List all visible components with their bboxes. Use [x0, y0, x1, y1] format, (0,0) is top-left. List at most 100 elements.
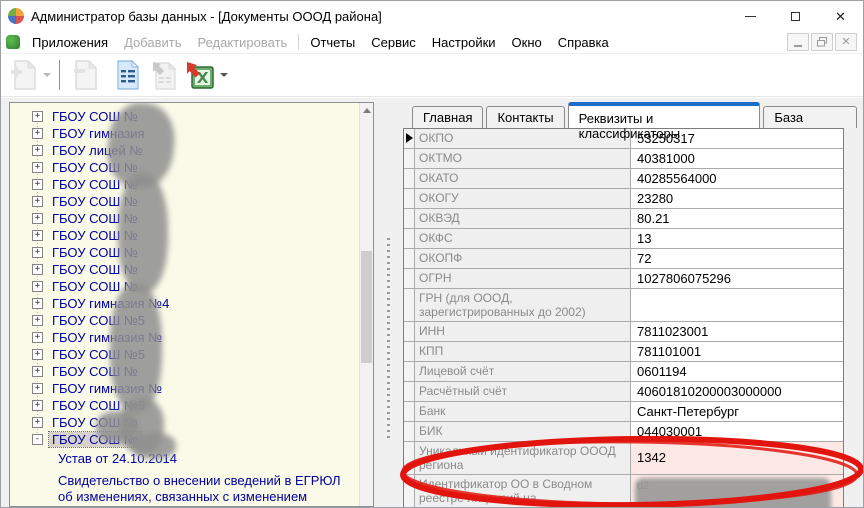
row-value[interactable]: 044030001: [631, 422, 843, 442]
tree-expander-icon[interactable]: +: [32, 281, 43, 292]
tree-expander-icon[interactable]: +: [32, 162, 43, 173]
tree-item[interactable]: + ГБОУ СОШ №5: [10, 312, 359, 329]
menu-item[interactable]: Отчеты: [302, 32, 363, 53]
menu-item[interactable]: Добавить: [116, 32, 189, 53]
row-selector-cell[interactable]: [404, 402, 415, 422]
tree-item[interactable]: + ГБОУ лицей №: [10, 142, 359, 159]
tree-expander-icon[interactable]: +: [32, 417, 43, 428]
export-to-excel-icon[interactable]: [182, 57, 218, 93]
row-selector-cell[interactable]: [404, 342, 415, 362]
tree-item[interactable]: + ГБОУ гимназия №4: [10, 295, 359, 312]
tree-expander-icon[interactable]: +: [32, 298, 43, 309]
tree-expander-icon[interactable]: -: [32, 434, 43, 445]
tree-item[interactable]: + ГБОУ гимназия: [10, 125, 359, 142]
tree-expander-icon[interactable]: +: [32, 383, 43, 394]
row-value[interactable]: 72: [631, 249, 843, 269]
row-selector-cell[interactable]: [404, 249, 415, 269]
tree-item[interactable]: - ГБОУ СОШ №: [10, 431, 359, 448]
tree-item[interactable]: + ГБОУ СОШ №: [10, 261, 359, 278]
tree-item[interactable]: + ГБОУ СОШ №: [10, 227, 359, 244]
close-button[interactable]: ✕: [818, 1, 863, 31]
menu-item[interactable]: Сервис: [363, 32, 424, 53]
tree-expander-icon[interactable]: +: [32, 349, 43, 360]
mdi-restore-button[interactable]: [811, 33, 833, 51]
tree-item[interactable]: + ГБОУ СОШ №: [10, 108, 359, 125]
menu-item[interactable]: Справка: [550, 32, 617, 53]
row-value[interactable]: 7811023001: [631, 322, 843, 342]
row-selector-cell[interactable]: [404, 209, 415, 229]
document-list-icon[interactable]: [110, 57, 146, 93]
scrollbar-up-arrow-icon[interactable]: [360, 103, 373, 118]
row-selector-cell[interactable]: [404, 362, 415, 382]
scrollbar-thumb[interactable]: [361, 251, 372, 363]
row-value[interactable]: 0601194: [631, 362, 843, 382]
add-dropdown-caret-icon[interactable]: [41, 57, 53, 93]
tab-1[interactable]: Контакты: [486, 106, 564, 128]
row-value[interactable]: d2b: [631, 475, 843, 508]
menu-item[interactable]: Приложения: [24, 32, 116, 53]
row-selector-cell[interactable]: [404, 422, 415, 442]
tree-expander-icon[interactable]: +: [32, 264, 43, 275]
tree-expander-icon[interactable]: +: [32, 196, 43, 207]
tree-scrollbar[interactable]: [359, 103, 373, 506]
tree-item[interactable]: + ГБОУ гимназия №: [10, 329, 359, 346]
row-selector-cell[interactable]: [404, 169, 415, 189]
row-value[interactable]: Санкт-Петербург: [631, 402, 843, 422]
tree-expander-icon[interactable]: +: [32, 145, 43, 156]
row-value[interactable]: 23280: [631, 189, 843, 209]
tree-expander-icon[interactable]: +: [32, 179, 43, 190]
tree-expander-icon[interactable]: +: [32, 332, 43, 343]
row-selector-cell[interactable]: [404, 129, 415, 149]
row-value[interactable]: 1027806075296: [631, 269, 843, 289]
row-selector-cell[interactable]: [404, 289, 415, 322]
maximize-button[interactable]: [773, 1, 818, 31]
tree-item[interactable]: + ГБОУ СОШ №: [10, 414, 359, 431]
add-document-icon[interactable]: [5, 57, 41, 93]
tree-item[interactable]: + ГБОУ СОШ №: [10, 159, 359, 176]
tree-item[interactable]: + ГБОУ СОШ №: [10, 278, 359, 295]
row-value[interactable]: 1342: [631, 442, 843, 475]
menu-item[interactable]: Редактировать: [190, 32, 296, 53]
minimize-button[interactable]: [728, 1, 773, 31]
tree-expander-icon[interactable]: +: [32, 111, 43, 122]
row-selector-cell[interactable]: [404, 475, 415, 508]
tree-item[interactable]: + ГБОУ СОШ №: [10, 193, 359, 210]
panel-splitter[interactable]: [387, 238, 390, 438]
menu-item[interactable]: Настройки: [424, 32, 504, 53]
tree-document-item[interactable]: Устав от 24.10.2014: [58, 451, 358, 467]
tree-expander-icon[interactable]: +: [32, 128, 43, 139]
tree-item[interactable]: + ГБОУ СОШ №: [10, 244, 359, 261]
tree-document-item[interactable]: Свидетельство о внесении сведений в ЕГРЮ…: [58, 473, 358, 506]
tree-item[interactable]: + ГБОУ СОШ №5: [10, 346, 359, 363]
excel-dropdown-caret-icon[interactable]: [218, 57, 230, 93]
tree-item[interactable]: + ГБОУ гимназия №: [10, 380, 359, 397]
import-document-icon[interactable]: [146, 57, 182, 93]
tree-expander-icon[interactable]: +: [32, 400, 43, 411]
row-value[interactable]: 781101001: [631, 342, 843, 362]
tree-expander-icon[interactable]: +: [32, 315, 43, 326]
mdi-minimize-button[interactable]: [787, 33, 809, 51]
row-selector-cell[interactable]: [404, 149, 415, 169]
tree-expander-icon[interactable]: +: [32, 213, 43, 224]
tree-item[interactable]: + ГБОУ СОШ №: [10, 210, 359, 227]
row-selector-cell[interactable]: [404, 322, 415, 342]
row-selector-cell[interactable]: [404, 189, 415, 209]
row-selector-cell[interactable]: [404, 269, 415, 289]
row-value[interactable]: [631, 289, 843, 322]
row-selector-cell[interactable]: [404, 442, 415, 475]
row-value[interactable]: 40285564000: [631, 169, 843, 189]
row-selector-cell[interactable]: [404, 229, 415, 249]
tab-3[interactable]: База ссылок: [763, 106, 857, 128]
tree-expander-icon[interactable]: +: [32, 230, 43, 241]
tree-item[interactable]: + ГБОУ СОШ №: [10, 363, 359, 380]
remove-document-icon[interactable]: [66, 57, 102, 93]
tree-expander-icon[interactable]: +: [32, 247, 43, 258]
tree-item[interactable]: + ГБОУ СОШ №: [10, 176, 359, 193]
row-value[interactable]: 40601810200003000000: [631, 382, 843, 402]
menu-item[interactable]: Окно: [504, 32, 550, 53]
tab-0[interactable]: Главная: [412, 106, 483, 128]
row-value[interactable]: 40381000: [631, 149, 843, 169]
tree-item[interactable]: + ГБОУ СОШ №5: [10, 397, 359, 414]
row-value[interactable]: 80.21: [631, 209, 843, 229]
mdi-close-button[interactable]: ✕: [835, 33, 857, 51]
